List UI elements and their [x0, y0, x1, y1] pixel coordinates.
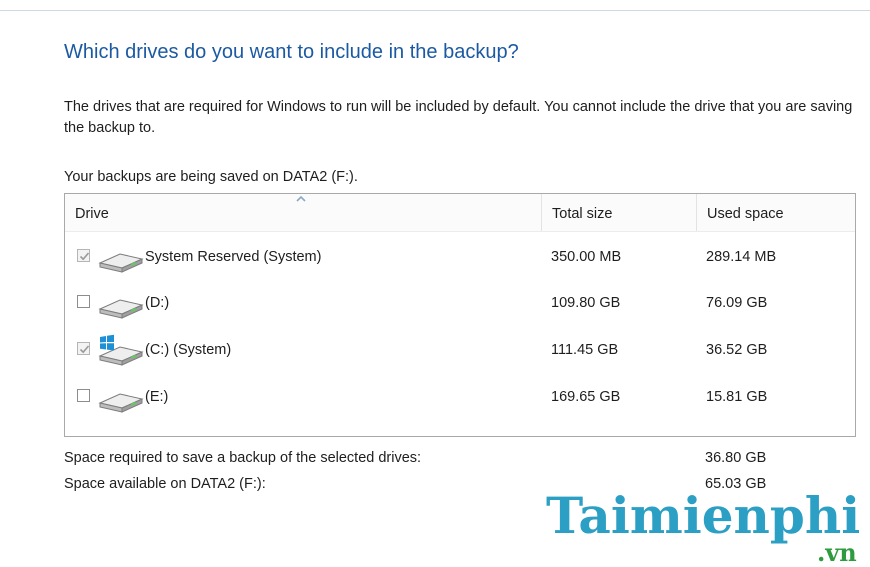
- top-divider: [0, 10, 870, 11]
- table-row[interactable]: (C:) (System) 111.45 GB 36.52 GB: [65, 327, 855, 373]
- drive-total-size: 350.00 MB: [551, 249, 622, 265]
- table-row[interactable]: (E:) 169.65 GB 15.81 GB: [65, 374, 855, 420]
- drive-used-space: 76.09 GB: [706, 295, 768, 311]
- table-row[interactable]: (D:) 109.80 GB 76.09 GB: [65, 280, 855, 326]
- drive-used-space: 15.81 GB: [706, 389, 768, 405]
- drive-total-size: 169.65 GB: [551, 389, 621, 405]
- drive-checkbox[interactable]: [77, 295, 90, 308]
- drive-checkbox[interactable]: [77, 342, 90, 355]
- space-required-value: 36.80 GB: [705, 450, 767, 466]
- drives-table: Drive Total size Used space System Reser…: [64, 193, 856, 437]
- column-header-total-size[interactable]: Total size: [541, 194, 696, 231]
- drive-name: (E:): [145, 389, 169, 405]
- drive-checkbox[interactable]: [77, 249, 90, 262]
- drive-name: (C:) (System): [145, 342, 232, 358]
- watermark-logo-suffix: .vn: [817, 538, 857, 567]
- drive-name: (D:): [145, 295, 170, 311]
- check-icon: [79, 345, 90, 354]
- backup-destination-text: Your backups are being saved on DATA2 (F…: [64, 169, 358, 185]
- space-required-label: Space required to save a backup of the s…: [64, 450, 422, 466]
- page-description: The drives that are required for Windows…: [64, 99, 853, 136]
- drive-used-space: 289.14 MB: [706, 249, 777, 265]
- windows-drive-icon: [98, 334, 144, 366]
- watermark-logo-text: Taimienphi: [546, 486, 861, 545]
- sort-ascending-icon: [296, 195, 306, 202]
- check-icon: [79, 252, 90, 261]
- space-available-label: Space available on DATA2 (F:):: [64, 476, 266, 492]
- page-title: Which drives do you want to include in t…: [64, 41, 519, 63]
- hard-drive-icon: [98, 299, 144, 319]
- drive-name: System Reserved (System): [145, 249, 322, 265]
- column-header-used-space[interactable]: Used space: [696, 194, 855, 231]
- hard-drive-icon: [98, 393, 144, 413]
- table-row[interactable]: System Reserved (System) 350.00 MB 289.1…: [65, 234, 855, 280]
- drive-checkbox[interactable]: [77, 389, 90, 402]
- drive-used-space: 36.52 GB: [706, 342, 768, 358]
- drive-total-size: 109.80 GB: [551, 295, 621, 311]
- drives-table-header: Drive Total size Used space: [65, 194, 855, 232]
- hard-drive-icon: [98, 253, 144, 273]
- drive-total-size: 111.45 GB: [551, 342, 619, 358]
